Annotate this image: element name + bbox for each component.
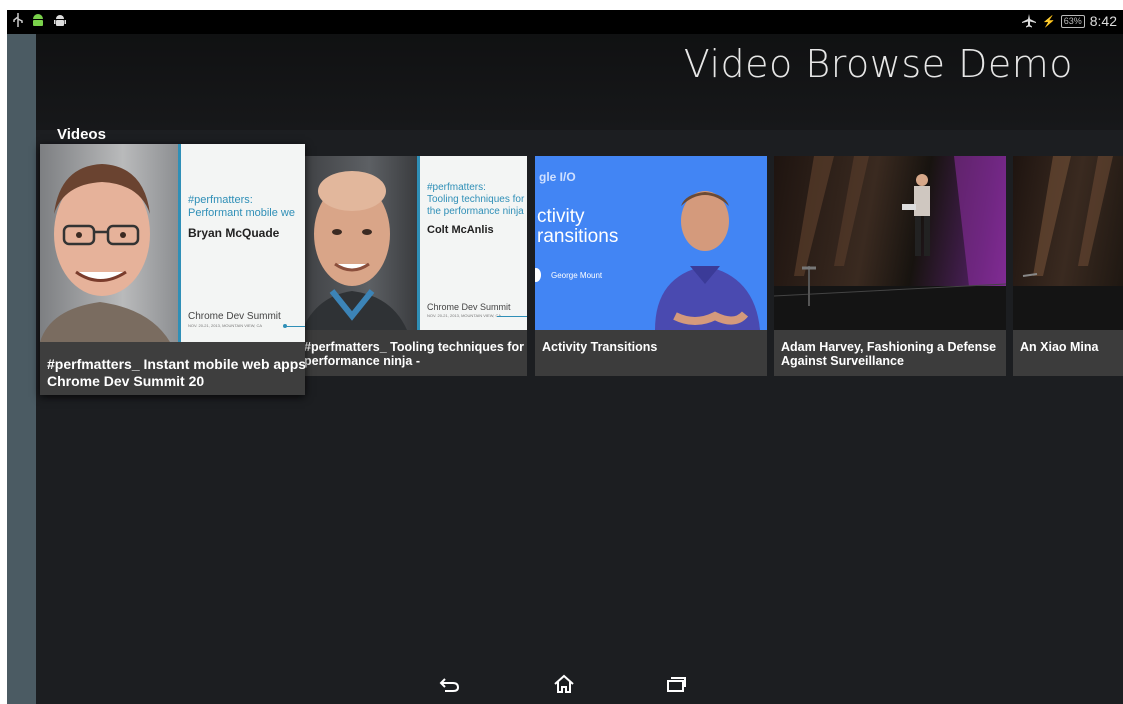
video-card[interactable]: #perfmatters: Tooling techniques for the… xyxy=(297,156,527,376)
slide-subtitle: the performance ninja xyxy=(427,206,524,217)
video-thumbnail xyxy=(1013,156,1123,330)
video-thumbnail: #perfmatters: Performant mobile we Bryan… xyxy=(40,144,305,342)
title-area: Video Browse Demo xyxy=(36,34,1123,130)
slide-event: Chrome Dev Summit xyxy=(188,311,281,322)
video-title: Activity Transitions xyxy=(542,340,658,354)
slide-title: ctivity xyxy=(537,206,585,227)
video-thumbnail: #perfmatters: Tooling techniques for the… xyxy=(297,156,527,330)
headers-dock[interactable] xyxy=(7,34,36,704)
recents-button[interactable] xyxy=(665,674,687,694)
app-title: Video Browse Demo xyxy=(683,42,1073,86)
recents-icon xyxy=(665,674,687,694)
video-title: Adam Harvey, Fashioning a Defense xyxy=(781,340,997,354)
speaker-photo xyxy=(297,156,417,330)
slide-event-date: NOV. 20-21, 2013, MOUNTAIN VIEW, CA xyxy=(427,313,502,318)
home-button[interactable] xyxy=(553,674,575,694)
slide-accent-line xyxy=(178,144,181,342)
video-title-cont: Against Surveillance xyxy=(781,354,904,368)
video-title: #perfmatters_ Instant mobile web apps - xyxy=(47,356,305,372)
slide-speaker: Bryan McQuade xyxy=(188,226,280,240)
android-debug-icon xyxy=(53,13,67,27)
video-title: #perfmatters_ Tooling techniques for the xyxy=(304,340,527,354)
slide-subtitle: Tooling techniques for xyxy=(427,194,525,205)
slide-dot xyxy=(283,324,287,328)
video-card[interactable]: gle I/O ctivity ransitions George Mount … xyxy=(535,156,767,376)
slide-hashtag: #perfmatters: xyxy=(427,182,486,193)
speaker-photo xyxy=(40,144,178,342)
io-logo: gle I/O xyxy=(539,170,576,184)
slide-dot-line xyxy=(497,316,527,317)
android-green-icon xyxy=(31,13,45,27)
slide-subtitle: Performant mobile we xyxy=(188,207,295,219)
status-bar: ⚡ 63% 8:42 xyxy=(7,10,1123,34)
battery-icon: 63% xyxy=(1060,14,1085,28)
slide-event: Chrome Dev Summit xyxy=(427,302,511,312)
back-button[interactable] xyxy=(439,674,461,694)
clock: 8:42 xyxy=(1089,13,1117,29)
slide-title: ransitions xyxy=(537,226,619,247)
status-left xyxy=(13,13,67,27)
screen: ⚡ 63% 8:42 Video Browse Demo Videos #per… xyxy=(7,10,1123,704)
speaker-figure xyxy=(645,166,767,330)
speaker-icon xyxy=(535,268,541,282)
airplane-mode-icon xyxy=(1021,14,1037,28)
row-header-videos: Videos xyxy=(57,126,106,143)
slide-hashtag: #perfmatters: xyxy=(188,194,253,206)
video-card-selected[interactable]: #perfmatters: Performant mobile we Bryan… xyxy=(40,144,305,395)
slide-speaker: George Mount xyxy=(551,271,603,280)
slide-dot-line xyxy=(285,326,305,327)
video-card[interactable]: An Xiao Mina xyxy=(1013,156,1123,376)
video-title-cont: Chrome Dev Summit 20 xyxy=(47,373,205,389)
status-right: ⚡ 63% 8:42 xyxy=(1021,13,1117,29)
slide-speaker: Colt McAnlis xyxy=(427,224,494,236)
home-icon xyxy=(553,674,575,694)
usb-icon xyxy=(13,13,23,27)
video-title: An Xiao Mina xyxy=(1020,340,1099,354)
back-icon xyxy=(439,674,461,694)
slide-accent-line xyxy=(417,156,420,330)
video-title-cont: performance ninja - xyxy=(304,354,420,368)
slide-event-date: NOV. 20-21, 2013, MOUNTAIN VIEW, CA xyxy=(188,323,263,328)
video-thumbnail: gle I/O ctivity ransitions George Mount xyxy=(535,156,767,330)
video-card[interactable]: Adam Harvey, Fashioning a Defense Agains… xyxy=(774,156,1006,376)
charging-icon: ⚡ xyxy=(1042,15,1056,28)
video-thumbnail xyxy=(774,156,1006,330)
navigation-bar xyxy=(7,674,1123,700)
